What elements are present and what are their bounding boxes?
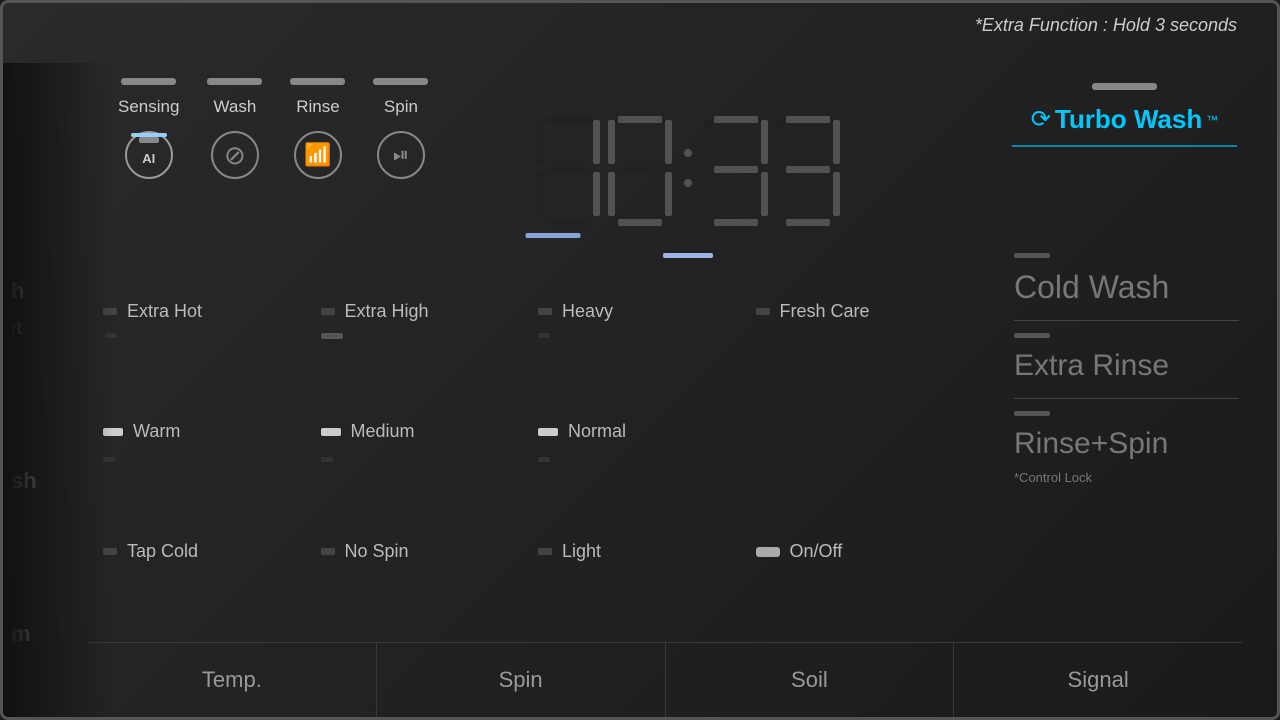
options-spacer-row (103, 333, 973, 339)
spin-indicator: Spin ⏯ (373, 78, 428, 179)
active-segment-indicator (526, 233, 581, 238)
turbo-wash-tm: ™ (1206, 113, 1218, 127)
soil-bot-led (538, 457, 550, 462)
soil-light: Light (538, 541, 756, 562)
normal-led (538, 428, 558, 436)
digital-display (493, 88, 883, 253)
medium-label: Medium (351, 421, 415, 442)
no-spin-led (321, 548, 335, 555)
extra-high-label: Extra High (345, 301, 429, 322)
sensing-indicator: Sensing AI (118, 78, 179, 179)
status-indicators: Sensing AI Wash ⊘ Rinse 📶 Spin (118, 78, 428, 179)
play-icon: ⏯ (377, 131, 425, 179)
sensing-label: Sensing (118, 97, 179, 117)
rinse-spin-label: Rinse+Spin (1014, 426, 1239, 462)
extra-rinse-dash (1014, 333, 1050, 338)
no-icon: ⊘ (211, 131, 259, 179)
turbo-wash-bar (1092, 83, 1157, 90)
bottom-spin-label: Spin (499, 667, 543, 693)
turbo-spiral-icon: ⟳ (1031, 105, 1051, 134)
soil-normal: Normal (538, 421, 756, 442)
signal-onoff: On/Off (756, 541, 974, 562)
medium-led (321, 428, 341, 436)
main-panel: *Extra Function : Hold 3 seconds h rt sh… (0, 0, 1280, 720)
turbo-wash-logo: ⟳ Turbo Wash ™ (1012, 104, 1237, 135)
ai-icon: AI (125, 131, 173, 179)
fresh-care-label: Fresh Care (780, 301, 870, 322)
bottom-temp: Temp. (88, 643, 377, 717)
turbo-wash-label: Turbo Wash (1055, 104, 1202, 135)
options-row-3: Tap Cold No Spin Light On/Off (103, 541, 973, 562)
light-led (538, 548, 552, 555)
sensing-active-indicator (131, 133, 167, 137)
extra-rinse-separator (1014, 398, 1239, 399)
digit-0 (606, 116, 674, 226)
extra-function-notice: *Extra Function : Hold 3 seconds (975, 15, 1237, 36)
cold-wash-dash (1014, 253, 1050, 258)
normal-label: Normal (568, 421, 626, 442)
rinse-spin-dash (1014, 411, 1050, 416)
rinse-label: Rinse (296, 97, 339, 117)
cold-wash-option: Cold Wash (1014, 253, 1239, 321)
bottom-signal: Signal (954, 643, 1242, 717)
extra-rinse-option: Extra Rinse (1014, 333, 1239, 399)
spin-mid-led (321, 333, 343, 339)
onoff-label: On/Off (790, 541, 843, 562)
bottom-spin: Spin (377, 643, 666, 717)
right-panel: Cold Wash Extra Rinse Rinse+Spin *Contro… (1014, 253, 1239, 485)
wash-indicator: Wash ⊘ (207, 78, 262, 179)
heavy-led (538, 308, 552, 315)
extra-hot-label: Extra Hot (127, 301, 202, 322)
warm-label: Warm (133, 421, 180, 442)
onoff-led (756, 547, 780, 557)
left-fade (3, 63, 113, 720)
no-spin-label: No Spin (345, 541, 409, 562)
spin-medium: Medium (321, 421, 539, 442)
digit-1 (534, 116, 602, 226)
wifi-icon: 📶 (294, 131, 342, 179)
wash-label: Wash (214, 97, 257, 117)
options-spacer-row-2 (103, 457, 973, 462)
sensing-bar (121, 78, 176, 85)
options-row-1: Extra Hot Extra High Heavy Fresh Care (103, 301, 973, 322)
heavy-label: Heavy (562, 301, 613, 322)
spin-label: Spin (384, 97, 418, 117)
temp-tap-cold: Tap Cold (103, 541, 321, 562)
turbo-wash-underline (1012, 145, 1237, 147)
digit-3 (702, 116, 770, 226)
signal-fresh-care: Fresh Care (756, 301, 974, 322)
bottom-soil-label: Soil (791, 667, 828, 693)
cold-wash-label: Cold Wash (1014, 268, 1239, 306)
temp-extra-hot: Extra Hot (103, 301, 321, 322)
extra-rinse-label: Extra Rinse (1014, 348, 1239, 384)
control-lock-label: *Control Lock (1014, 470, 1239, 485)
cold-wash-separator (1014, 320, 1239, 321)
spin-bot-led (321, 457, 333, 462)
rinse-bar (290, 78, 345, 85)
spin-extra-high: Extra High (321, 301, 539, 322)
wash-bar (207, 78, 262, 85)
colon-separator (684, 149, 692, 193)
bottom-signal-label: Signal (1068, 667, 1129, 693)
fresh-care-led (756, 308, 770, 315)
extra-high-led (321, 308, 335, 315)
options-row-2: Warm Medium Normal (103, 421, 973, 442)
light-label: Light (562, 541, 601, 562)
bottom-temp-label: Temp. (202, 667, 262, 693)
turbo-wash-area: ⟳ Turbo Wash ™ (1012, 83, 1237, 147)
soil-mid-led (538, 333, 550, 338)
rinse-spin-option: Rinse+Spin *Control Lock (1014, 411, 1239, 485)
digit-3b (774, 116, 842, 226)
rinse-indicator: Rinse 📶 (290, 78, 345, 179)
bottom-soil: Soil (666, 643, 955, 717)
tap-cold-label: Tap Cold (127, 541, 198, 562)
time-display (534, 116, 842, 226)
spin-no-spin: No Spin (321, 541, 539, 562)
soil-heavy: Heavy (538, 301, 756, 322)
bottom-labels: Temp. Spin Soil Signal (88, 642, 1242, 717)
spin-bar (373, 78, 428, 85)
temp-warm: Warm (103, 421, 321, 442)
